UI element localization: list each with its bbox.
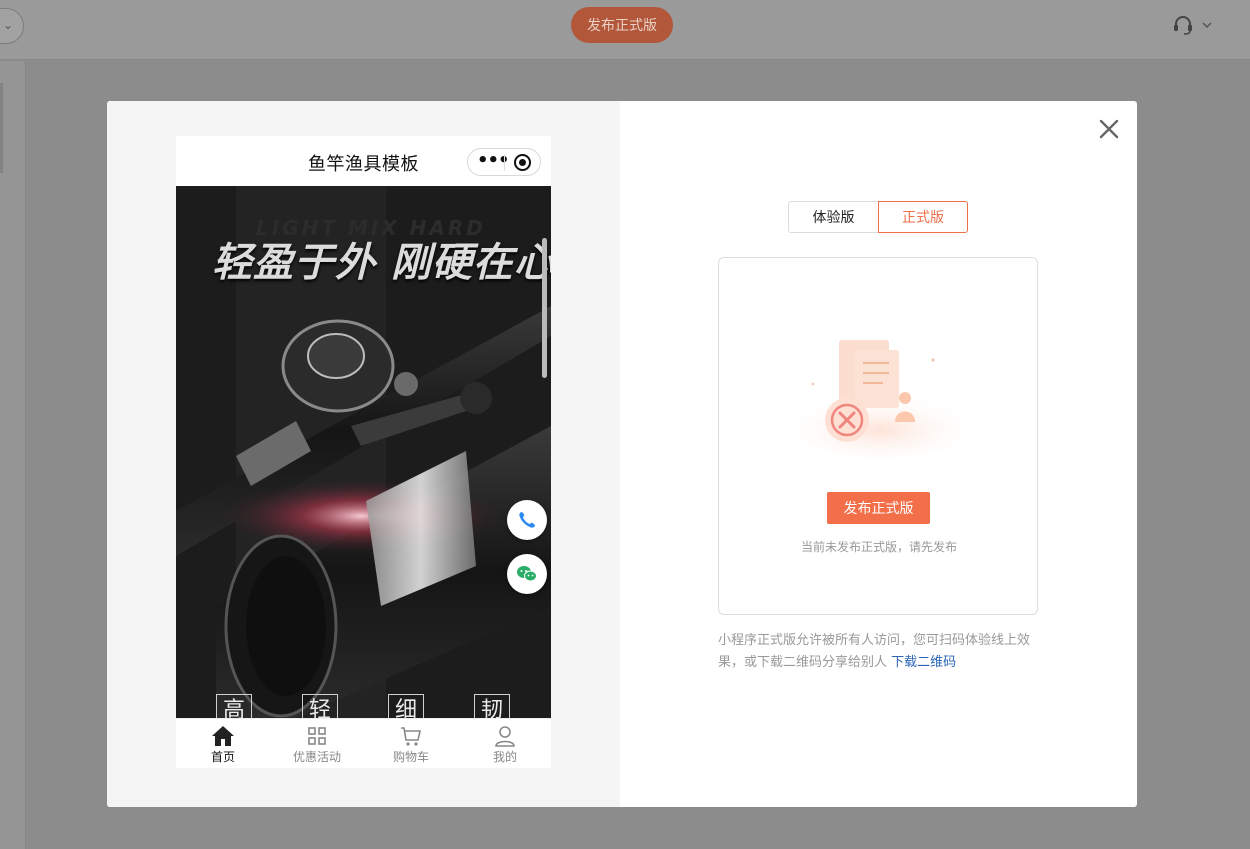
feature-badge: 高 (216, 694, 252, 718)
top-bar: ⌄ 发布正式版 (0, 0, 1250, 60)
hero-banner[interactable]: LIGHT MIX HARD 轻盈于外 刚硬在心 高 轻 细 韧 (176, 186, 551, 718)
phone-header: 鱼竿渔具模板 ••• (176, 136, 551, 186)
description-text: 小程序正式版允许被所有人访问，您可扫码体验线上效果，或下载二维码分享给别人 (718, 633, 1031, 670)
preview-pane: 鱼竿渔具模板 ••• LIGHT MIX HARD 轻盈于外 刚硬在心 高 轻 … (107, 101, 620, 807)
tab-promotions[interactable]: 优惠活动 (270, 719, 364, 768)
feature-badge: 韧 (474, 694, 510, 718)
feature-badges: 高 轻 细 韧 (176, 694, 551, 718)
publish-modal: 鱼竿渔具模板 ••• LIGHT MIX HARD 轻盈于外 刚硬在心 高 轻 … (107, 101, 1137, 807)
chevron-down-icon: ⌄ (2, 18, 13, 32)
tab-label: 优惠活动 (292, 750, 341, 764)
home-icon (212, 726, 234, 746)
not-published-illustration (786, 340, 976, 458)
headset-icon (1174, 16, 1192, 35)
support-menu[interactable] (1172, 14, 1212, 36)
tab-cart[interactable]: 购物车 (364, 719, 458, 768)
publish-release-button[interactable]: 发布正式版 (827, 492, 930, 524)
feature-badge: 轻 (302, 694, 338, 718)
topbar-publish-button[interactable]: 发布正式版 (571, 7, 673, 43)
call-button[interactable] (507, 500, 547, 540)
version-tabs: 体验版 正式版 (788, 201, 968, 233)
qr-code-panel: 发布正式版 当前未发布正式版，请先发布 (718, 257, 1038, 615)
close-miniapp-icon[interactable] (514, 154, 531, 171)
feature-badge: 细 (388, 694, 424, 718)
miniapp-capsule[interactable]: ••• (467, 148, 541, 176)
not-published-hint: 当前未发布正式版，请先发布 (800, 540, 957, 554)
tab-label: 购物车 (392, 750, 429, 764)
release-description: 小程序正式版允许被所有人访问，您可扫码体验线上效果，或下载二维码分享给别人 下载… (718, 630, 1038, 674)
close-icon[interactable] (1097, 117, 1121, 141)
tab-trial-version[interactable]: 体验版 (788, 201, 878, 233)
scrollbar[interactable] (542, 238, 547, 378)
cart-icon (401, 727, 421, 746)
grid-icon (308, 727, 326, 745)
phone-icon (519, 512, 535, 528)
tab-home[interactable]: 首页 (176, 719, 270, 768)
tab-bar: 首页 优惠活动 购物车 我的 (176, 718, 551, 768)
wechat-icon (517, 566, 537, 582)
tab-me[interactable]: 我的 (458, 719, 551, 768)
phone-preview: 鱼竿渔具模板 ••• LIGHT MIX HARD 轻盈于外 刚硬在心 高 轻 … (176, 136, 551, 768)
user-icon (495, 726, 515, 747)
side-strip (0, 61, 26, 849)
wechat-button[interactable] (507, 554, 547, 594)
tab-label: 首页 (210, 750, 235, 764)
download-qr-link[interactable]: 下载二维码 (891, 655, 956, 670)
tab-label: 我的 (492, 750, 517, 764)
back-dropdown[interactable]: ⌄ (0, 8, 24, 44)
chevron-down-icon (1202, 22, 1212, 29)
tab-release-version[interactable]: 正式版 (878, 201, 968, 233)
banner-headline: 轻盈于外 刚硬在心 (212, 239, 551, 286)
